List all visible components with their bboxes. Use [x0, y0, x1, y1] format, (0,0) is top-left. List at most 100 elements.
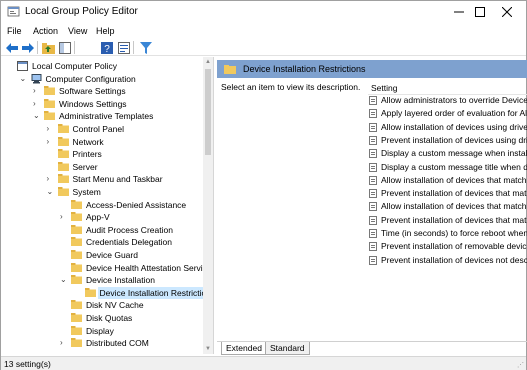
setting-row[interactable]: Allow installation of devices using driv… — [369, 121, 527, 134]
expanded-caret-icon[interactable]: ⌄ — [47, 186, 55, 198]
setting-label: Allow administrators to override Device — [381, 95, 527, 105]
collapsed-caret-icon[interactable]: › — [60, 211, 68, 223]
computer-policy-icon — [17, 61, 28, 71]
collapsed-caret-icon[interactable]: › — [33, 98, 41, 110]
folder-icon — [71, 338, 82, 348]
properties-icon[interactable] — [117, 41, 130, 54]
tree-item-label: Server — [72, 161, 98, 172]
scroll-thumb[interactable] — [205, 69, 211, 155]
filter-icon[interactable] — [139, 41, 152, 54]
setting-row[interactable]: Allow installation of devices that match — [369, 200, 527, 213]
expanded-caret-icon[interactable]: ⌄ — [20, 73, 28, 85]
expanded-caret-icon[interactable]: ⌄ — [33, 110, 41, 122]
setting-label: Display a custom message when install — [381, 148, 527, 159]
menu-action[interactable]: Action — [33, 26, 58, 36]
setting-row[interactable]: Prevent installation of devices using dr… — [369, 134, 527, 147]
policy-setting-icon — [369, 96, 377, 105]
resize-grip-icon[interactable]: ⋰ — [517, 361, 524, 369]
folder-icon — [71, 300, 82, 310]
policy-setting-icon — [369, 109, 377, 119]
tree-item-label: Access-Denied Assistance — [86, 199, 187, 210]
setting-row[interactable]: Allow administrators to override Device — [369, 94, 527, 107]
policy-setting-icon — [369, 122, 377, 132]
scroll-up-icon[interactable]: ▲ — [205, 59, 211, 65]
folder-icon — [57, 136, 69, 146]
folder-icon — [71, 313, 82, 322]
title-bar[interactable]: Local Group Policy Editor — [1, 1, 526, 23]
setting-row[interactable]: Prevent installation of devices that mat — [369, 214, 527, 227]
setting-label: Prevent installation of devices that mat — [381, 214, 527, 225]
folder-open-icon — [224, 65, 236, 74]
setting-row[interactable]: Display a custom message title when de — [369, 161, 527, 174]
tree-item-label: Windows Settings — [59, 98, 127, 109]
tree-item-label: System — [72, 187, 101, 197]
folder-icon — [71, 212, 82, 222]
collapsed-caret-icon[interactable]: › — [47, 123, 55, 135]
setting-row[interactable]: Display a custom message when install — [369, 147, 527, 160]
window-title: Local Group Policy Editor — [25, 6, 138, 17]
menu-file[interactable]: File — [7, 26, 22, 36]
tree-item-label: Printers — [72, 149, 102, 160]
policy-setting-icon — [369, 175, 377, 185]
forward-arrow-icon[interactable] — [21, 41, 34, 54]
setting-row[interactable]: Prevent installation of devices not desc — [369, 254, 527, 267]
up-folder-icon[interactable] — [42, 41, 55, 54]
toolbar-separator — [74, 41, 75, 54]
collapsed-caret-icon[interactable]: › — [33, 85, 41, 97]
menu-help[interactable]: Help — [96, 26, 115, 36]
folder-icon — [57, 124, 69, 133]
policy-setting-icon — [369, 215, 377, 225]
setting-row[interactable]: Prevent installation of removable devic — [369, 240, 527, 253]
tree-item-label: Software Settings — [59, 86, 126, 97]
setting-row[interactable]: Time (in seconds) to force reboot when — [369, 227, 527, 240]
policy-setting-icon — [369, 229, 377, 238]
computer-icon — [31, 73, 42, 84]
setting-label: Time (in seconds) to force reboot when — [381, 228, 527, 238]
policy-setting-icon — [369, 189, 377, 199]
setting-label: Allow installation of devices using driv… — [381, 121, 527, 132]
show-hide-tree-icon[interactable] — [58, 41, 71, 54]
setting-label: Allow installation of devices that match — [381, 174, 527, 185]
setting-label: Prevent installation of devices not desc — [381, 254, 527, 265]
setting-row[interactable]: Apply layered order of evaluation for Al… — [369, 107, 527, 120]
menu-bar: File Action View Help — [1, 23, 526, 40]
tree-item-label: Disk NV Cache — [86, 300, 144, 311]
help-icon[interactable]: ? — [100, 41, 113, 54]
back-arrow-icon[interactable] — [5, 41, 18, 54]
console-tree[interactable]: Local Computer Policy ⌄ Computer Configura… — [1, 57, 214, 354]
description-text: Select an item to view its description. — [221, 82, 361, 92]
tree-scrollbar[interactable]: ▲ ▼ — [203, 57, 213, 354]
folder-icon — [57, 174, 69, 184]
setting-column-header[interactable]: Setting — [368, 81, 527, 95]
setting-label: Apply layered order of evaluation for Al… — [381, 108, 527, 119]
setting-row[interactable]: Prevent installation of devices that mat — [369, 187, 527, 200]
collapsed-caret-icon[interactable]: › — [47, 136, 55, 148]
details-header: Device Installation Restrictions — [217, 60, 527, 78]
tab-standard[interactable]: Standard — [265, 342, 310, 355]
folder-icon — [71, 237, 82, 247]
menu-view[interactable]: View — [68, 26, 87, 36]
expanded-caret-icon[interactable]: ⌄ — [60, 274, 68, 286]
folder-icon — [57, 149, 69, 159]
toolbar-separator — [133, 41, 134, 54]
policy-setting-icon — [369, 135, 377, 145]
tree-item-label: Control Panel — [72, 124, 125, 134]
policy-setting-icon — [369, 242, 377, 252]
folder-icon — [44, 86, 55, 96]
folder-icon — [71, 199, 82, 209]
tab-extended[interactable]: Extended — [221, 342, 267, 355]
setting-row[interactable]: Allow installation of devices that match — [369, 174, 527, 187]
setting-label: Prevent installation of devices that mat — [381, 188, 527, 199]
collapsed-caret-icon[interactable]: › — [47, 173, 55, 185]
tree-item-label: Device Guard — [86, 250, 138, 260]
close-button[interactable] — [488, 1, 526, 23]
collapsed-caret-icon[interactable]: › — [60, 337, 68, 349]
details-pane: Device Installation Restrictions Select … — [217, 57, 527, 354]
toolbar-separator — [37, 41, 38, 54]
folder-icon — [44, 111, 55, 121]
scroll-down-icon[interactable]: ▼ — [205, 346, 211, 352]
details-header-title: Device Installation Restrictions — [243, 64, 366, 74]
policy-setting-icon — [369, 149, 377, 159]
folder-icon — [71, 262, 82, 272]
setting-label: Prevent installation of devices using dr… — [381, 134, 527, 145]
